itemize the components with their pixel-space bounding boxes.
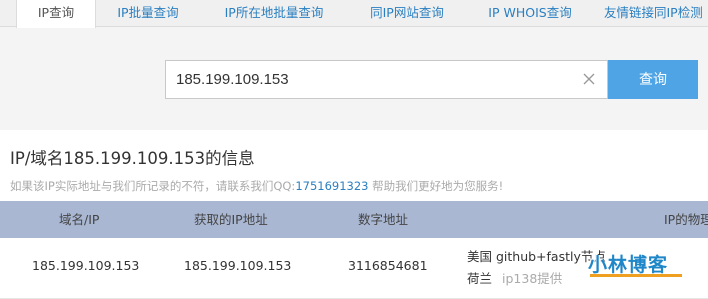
cell-domain-ip: 185.199.109.153 bbox=[32, 258, 140, 273]
location-provider: ip138提供 bbox=[502, 271, 563, 286]
ip-info-section: IP/域名185.199.109.153的信息 如果该IP实际地址与我们所记录的… bbox=[0, 130, 708, 299]
table-header: 域名/IP 获取的IP地址 数字地址 IP的物理位置 bbox=[0, 201, 708, 238]
search-input[interactable] bbox=[176, 61, 576, 98]
tab-same-ip-sites[interactable]: 同IP网站查询 bbox=[357, 0, 457, 27]
search-box bbox=[165, 60, 608, 99]
notice-text: 如果该IP实际地址与我们所记录的不符，请联系我们QQ:1751691323 帮助… bbox=[10, 178, 503, 194]
header-numeric-address: 数字地址 bbox=[358, 212, 409, 227]
search-panel: 查询 bbox=[0, 28, 708, 130]
watermark-logo: 小林博客 bbox=[588, 248, 698, 278]
tab-ip-batch-query[interactable]: IP批量查询 bbox=[104, 0, 192, 27]
tab-ip-location-batch[interactable]: IP所在地批量查询 bbox=[210, 0, 338, 27]
cell-numeric-address: 3116854681 bbox=[348, 258, 428, 273]
cell-location-line1: 美国 github+fastly节点 bbox=[467, 249, 606, 264]
location-country: 荷兰 bbox=[467, 271, 493, 286]
watermark-underline bbox=[590, 274, 682, 277]
search-button[interactable]: 查询 bbox=[608, 60, 698, 99]
cell-fetched-ip: 185.199.109.153 bbox=[184, 258, 292, 273]
header-fetched-ip: 获取的IP地址 bbox=[194, 212, 268, 227]
header-physical-location: IP的物理位置 bbox=[664, 212, 708, 227]
tab-friend-link-check[interactable]: 友情链接同IP检测 bbox=[604, 0, 708, 27]
cell-location-line2: 荷兰 ip138提供 bbox=[467, 268, 562, 287]
notice-prefix: 如果该IP实际地址与我们所记录的不符，请联系我们QQ: bbox=[10, 179, 296, 193]
tab-ip-query[interactable]: IP查询 bbox=[16, 0, 96, 28]
qq-link[interactable]: 1751691323 bbox=[295, 179, 368, 193]
page-title: IP/域名185.199.109.153的信息 bbox=[10, 149, 255, 168]
watermark-text: 小林博客 bbox=[588, 254, 669, 276]
header-domain-ip: 域名/IP bbox=[59, 212, 100, 227]
tab-bar: IP查询 IP批量查询 IP所在地批量查询 同IP网站查询 IP WHOIS查询… bbox=[0, 0, 708, 28]
notice-suffix: 帮助我们更好地为您服务! bbox=[368, 179, 504, 193]
tab-ip-whois[interactable]: IP WHOIS查询 bbox=[476, 0, 584, 27]
close-icon[interactable] bbox=[581, 71, 597, 87]
